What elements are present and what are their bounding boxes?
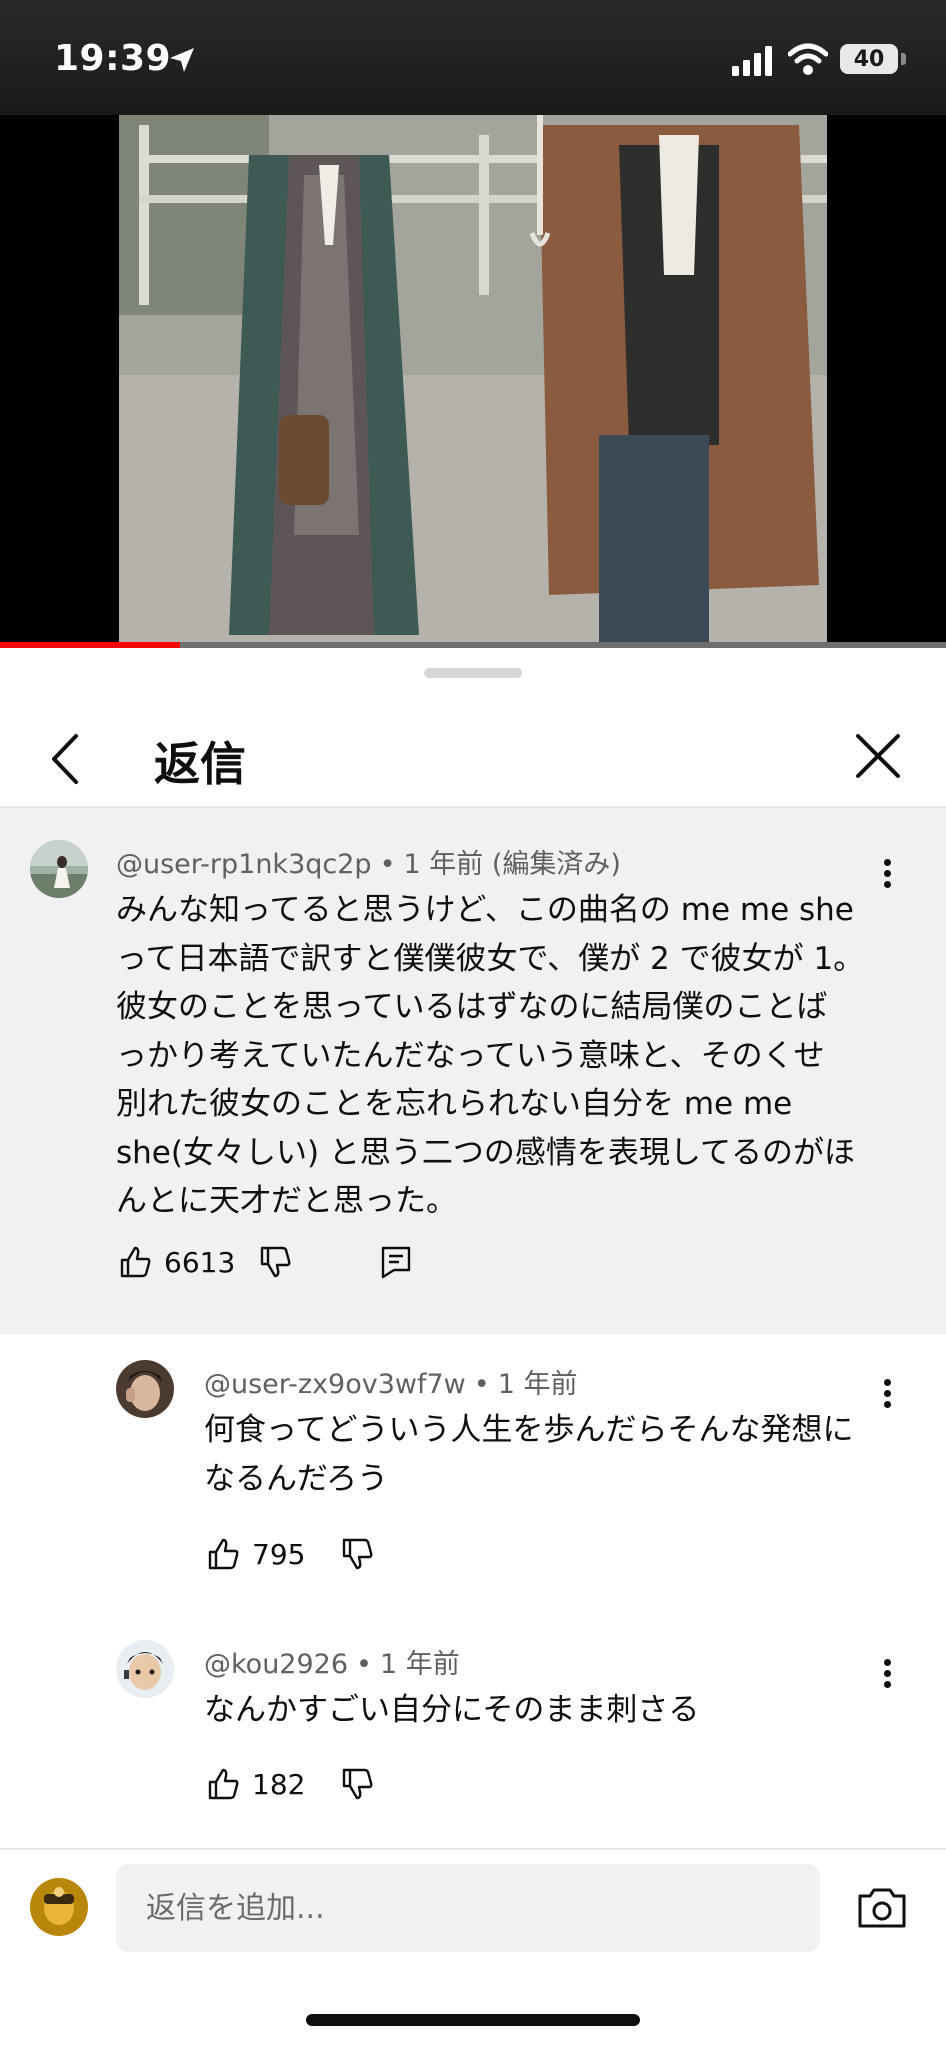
- thumbs-down-icon: [260, 1246, 291, 1278]
- reply-button[interactable]: [380, 1242, 412, 1282]
- comment-actions: 182: [206, 1764, 406, 1804]
- like-button[interactable]: 6613: [118, 1242, 235, 1282]
- comment-text: みんな知ってると思うけど、この曲名の me me she って日本語で訳すと僕僕…: [116, 886, 916, 1226]
- comment-time: 1 年前: [497, 1369, 578, 1400]
- comment-text: 何食ってどういう人生を歩んだらそんな発想に なるんだろう: [204, 1406, 924, 1503]
- meta-separator: •: [379, 849, 396, 880]
- comment-text: なんかすごい自分にそのまま刺さる: [204, 1686, 924, 1735]
- sheet-title: 返信: [154, 737, 246, 791]
- cellular-signal-icon: [732, 46, 772, 76]
- avatar[interactable]: [116, 1640, 174, 1698]
- thumbs-up-icon: [208, 1768, 239, 1800]
- battery-cap: [901, 53, 906, 65]
- thumbs-down-icon: [342, 1768, 373, 1800]
- battery-icon: 40: [840, 44, 898, 74]
- comment-line: なるんだろう: [204, 1460, 389, 1497]
- comment-line: んとに天才だと思った。: [116, 1183, 457, 1219]
- sheet-header: 返信: [0, 708, 946, 808]
- comment-line: みんな知ってると思うけど、この曲名の me me she: [116, 892, 854, 928]
- dislike-button[interactable]: [340, 1534, 374, 1574]
- comment-meta: @user-rp1nk3qc2p • 1 年前 (編集済み): [116, 842, 621, 881]
- chevron-left-icon[interactable]: [40, 724, 90, 794]
- app-screen: 19:39 40 返信 @user-rp1nk3qc2p • 1 年前 (編集済…: [0, 0, 946, 2048]
- comment-actions: 795: [206, 1534, 406, 1574]
- comment-meta: @kou2926 • 1 年前: [204, 1642, 460, 1681]
- comment-line: 彼女のことを思っているはずなのに結局僕のことば: [116, 989, 828, 1025]
- status-bar: 19:39 40: [0, 0, 946, 115]
- edited-label: (編集済み): [491, 849, 621, 880]
- meta-separator: •: [356, 1649, 372, 1680]
- home-indicator: [306, 2014, 640, 2026]
- video-player[interactable]: [0, 115, 946, 645]
- video-scene-image: [119, 115, 827, 645]
- comment-line: 何食ってどういう人生を歩んだらそんな発想に: [204, 1412, 854, 1448]
- thumbs-down-icon: [342, 1538, 373, 1570]
- replies-sheet: 返信 @user-rp1nk3qc2p • 1 年前 (編集済み) みんな知って…: [0, 648, 946, 2048]
- reply-input[interactable]: [116, 1864, 820, 1952]
- like-count: 182: [252, 1767, 306, 1801]
- comment-line: 別れた彼女のことを忘れられない自分を me me: [116, 1086, 793, 1122]
- like-count: 6613: [164, 1245, 236, 1279]
- sheet-drag-handle[interactable]: [424, 668, 522, 678]
- dislike-button[interactable]: [340, 1764, 374, 1804]
- thumbs-up-icon: [208, 1538, 239, 1570]
- comment-line: って日本語で訳すと僕僕彼女で、僕が 2 で彼女が 1。: [116, 940, 865, 977]
- comment-author[interactable]: @user-zx9ov3wf7w: [204, 1369, 466, 1400]
- reply-icon: [381, 1246, 411, 1279]
- comment-time: 1 年前: [379, 1649, 460, 1680]
- comment-line: なんかすごい自分にそのまま刺さる: [204, 1692, 700, 1728]
- avatar[interactable]: [30, 1878, 88, 1936]
- location-arrow-icon: [170, 48, 194, 72]
- comment-line: she(女々しい) と思う二つの感情を表現してるのがほ: [116, 1134, 855, 1171]
- dislike-button[interactable]: [258, 1242, 292, 1282]
- comment-actions: 6613: [118, 1242, 438, 1282]
- meta-separator: •: [473, 1369, 490, 1400]
- comment-line: っかり考えていたんだなっていう意味と、そのくせ: [116, 1037, 825, 1074]
- status-time: 19:39: [54, 38, 172, 79]
- like-count: 795: [252, 1537, 306, 1571]
- avatar[interactable]: [30, 840, 88, 898]
- avatar[interactable]: [116, 1360, 174, 1418]
- parent-comment: @user-rp1nk3qc2p • 1 年前 (編集済み) みんな知ってると思うけ…: [0, 808, 946, 1334]
- like-button[interactable]: 795: [206, 1534, 305, 1574]
- comment-author[interactable]: @user-rp1nk3qc2p: [116, 849, 372, 880]
- video-frame: [119, 115, 827, 645]
- camera-icon[interactable]: [856, 1884, 908, 1932]
- close-icon[interactable]: [850, 728, 906, 784]
- wifi-icon: [788, 43, 828, 75]
- like-button[interactable]: 182: [206, 1764, 305, 1804]
- composer-divider: [0, 1848, 946, 1850]
- comment-author[interactable]: @kou2926: [204, 1649, 348, 1680]
- thumbs-up-icon: [120, 1246, 151, 1278]
- comment-time: 1 年前: [403, 849, 484, 880]
- comment-meta: @user-zx9ov3wf7w • 1 年前: [204, 1362, 577, 1401]
